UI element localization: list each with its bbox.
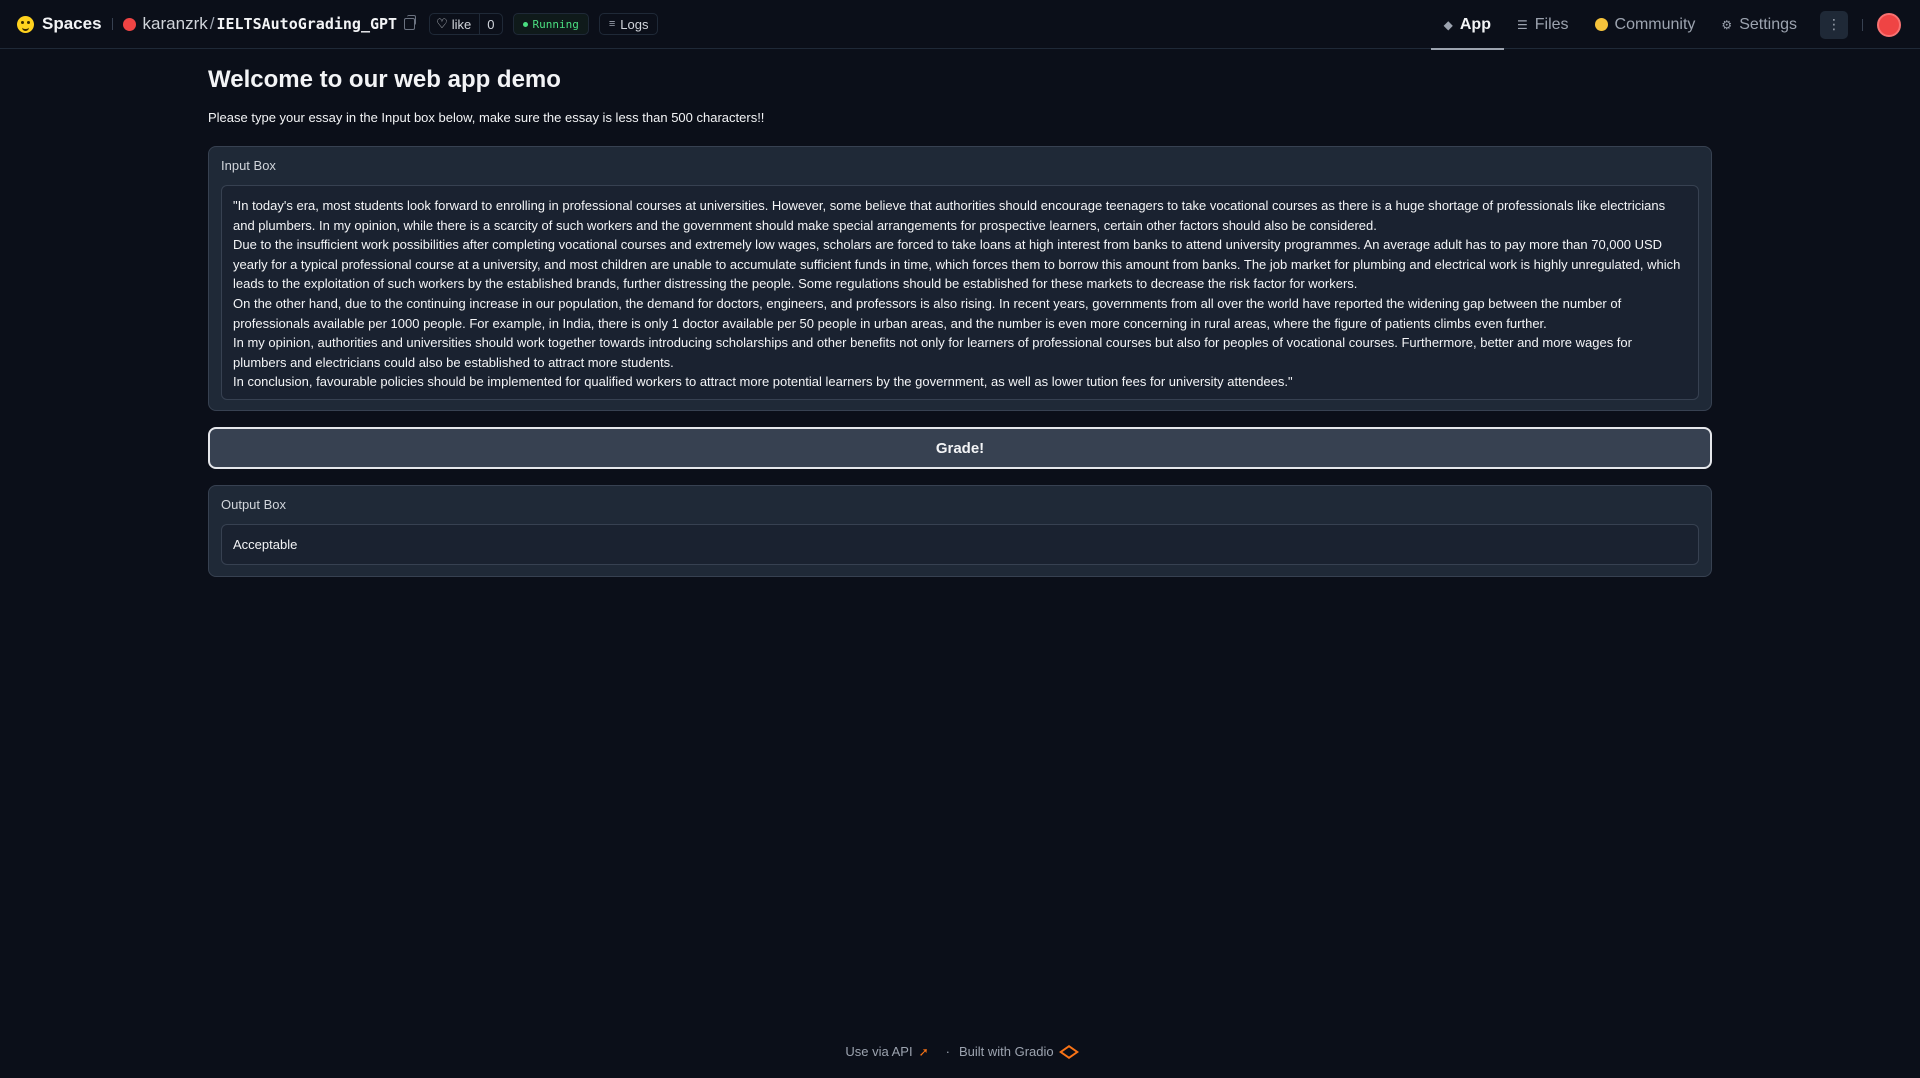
essay-paragraph: Due to the insufficient work possibiliti… xyxy=(233,237,1681,292)
grade-button[interactable]: Grade! xyxy=(208,427,1712,469)
owner-link[interactable]: karanzrk xyxy=(143,14,208,34)
more-options-icon[interactable]: ⋮ xyxy=(1820,10,1848,39)
logs-label: Logs xyxy=(620,16,649,32)
footer-separator: · xyxy=(945,1044,950,1059)
repo-name-link[interactable]: IELTSAutoGrading_GPT xyxy=(216,15,397,33)
copy-icon[interactable] xyxy=(404,15,417,30)
status-badge[interactable]: Running xyxy=(512,13,589,35)
built-with-gradio-link[interactable]: Built with Gradio xyxy=(959,1044,1054,1059)
page-description: Please type your essay in the Input box … xyxy=(208,110,765,125)
divider xyxy=(111,18,113,30)
input-box-label: Input Box xyxy=(221,158,276,173)
spaces-link[interactable]: Spaces xyxy=(42,14,102,34)
tab-files[interactable]: ☰ Files xyxy=(1504,0,1582,49)
tab-app-label: App xyxy=(1459,15,1491,33)
gradio-logo-icon xyxy=(1058,1044,1079,1059)
tab-community[interactable]: Community xyxy=(1582,0,1709,49)
essay-paragraph: In conclusion, favourable policies shoul… xyxy=(233,374,1293,390)
top-bar: Spaces karanzrk / IELTSAutoGrading_GPT ♡… xyxy=(0,0,1920,50)
input-box-panel: Input Box "In today's era, most students… xyxy=(208,146,1712,411)
logs-icon: ≡ xyxy=(608,18,616,30)
divider xyxy=(1862,18,1863,31)
rocket-icon: ➚ xyxy=(918,1044,929,1059)
tab-settings[interactable]: ⚙ Settings xyxy=(1708,0,1810,49)
tab-settings-label: Settings xyxy=(1739,15,1797,33)
output-box-panel: Output Box Acceptable xyxy=(208,485,1712,577)
space-nav: ◆ App ☰ Files Community ⚙ Settings ⋮ xyxy=(1430,0,1920,50)
page-title: Welcome to our web app demo xyxy=(208,66,561,93)
gear-icon: ⚙ xyxy=(1721,17,1733,32)
use-via-api-link[interactable]: Use via API xyxy=(845,1044,912,1059)
tab-app[interactable]: ◆ App xyxy=(1430,0,1505,50)
output-box-label: Output Box xyxy=(221,497,287,512)
like-label: like xyxy=(451,16,472,32)
output-field[interactable]: Acceptable xyxy=(221,524,1699,565)
like-toggle[interactable]: ♡ like xyxy=(430,14,479,34)
tab-community-label: Community xyxy=(1614,15,1696,33)
status-text: Running xyxy=(532,17,579,31)
cube-icon: ◆ xyxy=(1443,17,1453,32)
path-separator: / xyxy=(209,14,215,33)
like-count[interactable]: 0 xyxy=(479,14,501,34)
huggingface-logo-icon[interactable] xyxy=(17,15,34,33)
like-button[interactable]: ♡ like 0 xyxy=(429,13,503,35)
heart-icon: ♡ xyxy=(436,16,448,31)
essay-input[interactable]: "In today's era, most students look forw… xyxy=(221,185,1699,400)
essay-paragraph: "In today's era, most students look forw… xyxy=(233,198,1666,233)
essay-paragraph: On the other hand, due to the continuing… xyxy=(233,295,1622,331)
essay-paragraph: In my opinion, authorities and universit… xyxy=(233,335,1632,370)
tab-files-label: Files xyxy=(1534,15,1569,33)
footer: Use via API ➚ · Built with Gradio xyxy=(0,1044,1920,1059)
files-icon: ☰ xyxy=(1516,17,1528,32)
breadcrumb: Spaces karanzrk / IELTSAutoGrading_GPT ♡… xyxy=(0,0,659,48)
space-avatar-icon xyxy=(122,17,136,31)
avatar[interactable] xyxy=(1877,12,1901,37)
community-icon xyxy=(1594,18,1608,31)
status-dot-icon xyxy=(522,21,528,27)
logs-button[interactable]: ≡ Logs xyxy=(598,13,659,35)
